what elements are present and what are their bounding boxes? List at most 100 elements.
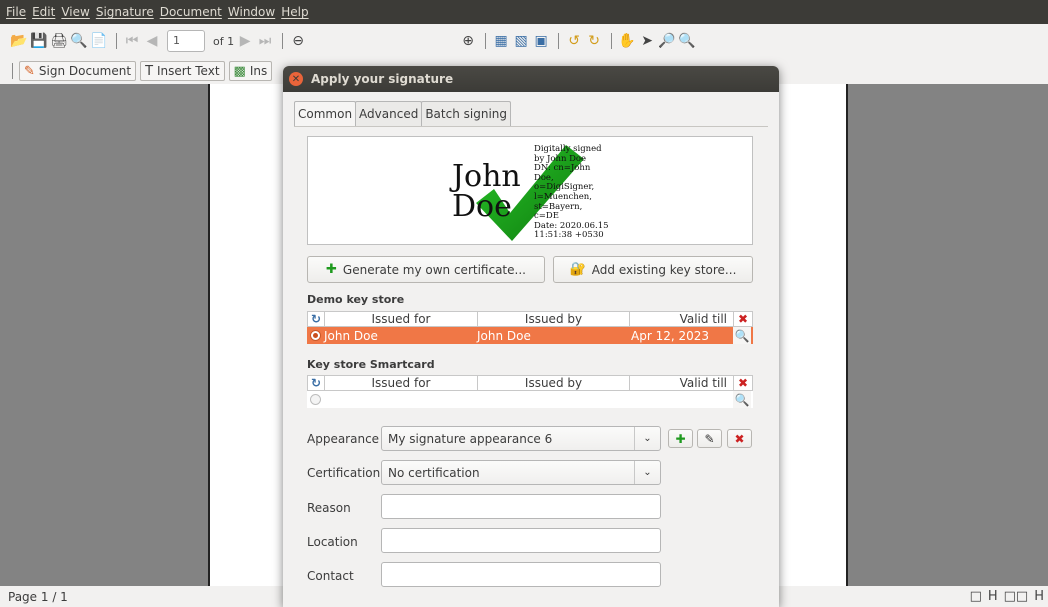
radio-selected[interactable] — [307, 327, 324, 344]
page-number-input[interactable]: 1 — [167, 30, 205, 52]
rotate-right-icon[interactable]: ↻ — [585, 32, 603, 50]
last-page-icon[interactable]: ⏭ — [256, 32, 274, 50]
toolbar-separator — [611, 33, 613, 49]
menu-signature[interactable]: Signature — [96, 5, 154, 19]
table-row[interactable]: 🔍 — [307, 391, 753, 408]
menu-help[interactable]: Help — [281, 5, 308, 19]
dialog-title: Apply your signature — [311, 72, 454, 86]
view-mode-icons: □ H □□ H — [970, 589, 1044, 604]
menu-file[interactable]: File — [6, 5, 26, 19]
location-label: Location — [307, 535, 358, 549]
image-icon: ▩ — [233, 63, 246, 79]
empty-row-cell — [324, 391, 733, 408]
appearance-value: My signature appearance 6 — [388, 431, 553, 446]
tab-common[interactable]: Common — [294, 101, 357, 126]
toolbar-separator — [558, 33, 560, 49]
actual-size-icon[interactable]: ▣ — [532, 32, 550, 50]
select-tool-icon[interactable]: ➤ — [638, 32, 656, 50]
save-icon[interactable]: 💾 — [30, 32, 48, 50]
appearance-select[interactable]: My signature appearance 6 ⌄ — [381, 426, 661, 451]
contact-label: Contact — [307, 569, 354, 583]
menu-document[interactable]: Document — [160, 5, 222, 19]
demo-keystore-label: Demo key store — [307, 293, 405, 306]
view-certificate-icon[interactable]: 🔍 — [733, 327, 751, 344]
toolbar-separator — [12, 63, 13, 79]
table-row[interactable]: John Doe John Doe Apr 12, 2023 🔍 — [307, 327, 753, 344]
fit-page-icon[interactable]: ▦ — [492, 32, 510, 50]
insert-text-label: Insert Text — [157, 64, 220, 78]
menu-edit[interactable]: Edit — [32, 5, 55, 19]
demo-keystore-table: ↻ Issued for Issued by Valid till ✖ John… — [307, 311, 753, 344]
edit-appearance-button[interactable]: ✎ — [697, 429, 722, 448]
refresh-icon[interactable]: ↻ — [308, 376, 325, 390]
zoom-out-tool-icon[interactable]: 🔍 — [678, 32, 696, 50]
single-page-view-icon[interactable]: □ — [970, 589, 982, 604]
cell-issued-by: John Doe — [477, 328, 531, 343]
menu-view[interactable]: View — [61, 5, 89, 19]
cell-issued-for: John Doe — [324, 328, 378, 343]
hand-tool-icon[interactable]: ✋ — [618, 32, 636, 50]
reason-input[interactable] — [381, 494, 661, 519]
apply-signature-dialog: ✕ Apply your signature Common Advanced B… — [283, 66, 779, 607]
reason-label: Reason — [307, 501, 351, 515]
smartcard-keystore-table: ↻ Issued for Issued by Valid till ✖ 🔍 — [307, 375, 753, 408]
next-page-icon[interactable]: ▶ — [236, 32, 254, 50]
add-appearance-button[interactable]: ✚ — [668, 429, 693, 448]
continuous-facing-view-icon[interactable]: H — [1034, 589, 1044, 604]
cell-valid-till: Apr 12, 2023 — [631, 328, 710, 343]
location-input[interactable] — [381, 528, 661, 553]
facing-view-icon[interactable]: □□ — [1004, 589, 1029, 604]
first-page-icon[interactable]: ⏮ — [123, 32, 141, 50]
add-keystore-button[interactable]: 🔐 Add existing key store... — [553, 256, 753, 283]
chevron-down-icon: ⌄ — [634, 461, 660, 484]
continuous-view-icon[interactable]: H — [988, 589, 998, 604]
table-header: ↻ Issued for Issued by Valid till ✖ — [307, 311, 753, 327]
radio-unselected[interactable] — [307, 391, 324, 408]
sign-document-button[interactable]: ✎ Sign Document — [19, 61, 137, 81]
rotate-left-icon[interactable]: ↺ — [565, 32, 583, 50]
zoom-in-tool-icon[interactable]: 🔎 — [658, 32, 676, 50]
delete-icon[interactable]: ✖ — [734, 376, 752, 390]
column-valid-till[interactable]: Valid till — [630, 312, 734, 326]
dialog-tabs: Common Advanced Batch signing — [294, 101, 512, 126]
column-valid-till[interactable]: Valid till — [630, 376, 734, 390]
insert-image-button[interactable]: ▩ Ins — [228, 61, 273, 81]
sign-document-label: Sign Document — [38, 64, 132, 78]
certification-value: No certification — [388, 465, 480, 480]
zoom-in-icon[interactable]: ⊕ — [459, 32, 477, 50]
close-icon[interactable]: ✕ — [289, 72, 303, 86]
column-issued-by[interactable]: Issued by — [478, 312, 630, 326]
toolbar-separator — [116, 33, 117, 49]
page-count-label: of 1 — [213, 34, 235, 48]
smartcard-keystore-label: Key store Smartcard — [307, 358, 435, 371]
menu-window[interactable]: Window — [228, 5, 275, 19]
properties-icon[interactable]: 📄 — [90, 32, 108, 50]
print-icon[interactable]: 🖨 — [50, 32, 68, 50]
column-issued-for[interactable]: Issued for — [325, 312, 478, 326]
print-preview-icon[interactable]: 🔍 — [70, 32, 88, 50]
tab-batch-signing[interactable]: Batch signing — [421, 101, 512, 126]
zoom-out-icon[interactable]: ⊖ — [289, 32, 307, 50]
insert-text-button[interactable]: T Insert Text — [140, 61, 225, 81]
column-issued-by[interactable]: Issued by — [478, 376, 630, 390]
tab-advanced[interactable]: Advanced — [355, 101, 423, 126]
signature-name-line2: Doe — [452, 189, 512, 224]
chevron-down-icon: ⌄ — [634, 427, 660, 450]
toolbar-separator — [485, 33, 487, 49]
delete-icon[interactable]: ✖ — [734, 312, 752, 326]
add-keystore-label: Add existing key store... — [591, 262, 737, 277]
view-certificate-icon[interactable]: 🔍 — [733, 391, 751, 408]
certification-select[interactable]: No certification ⌄ — [381, 460, 661, 485]
page-status: Page 1 / 1 — [8, 589, 68, 604]
previous-page-icon[interactable]: ◀ — [143, 32, 161, 50]
column-issued-for[interactable]: Issued for — [325, 376, 478, 390]
generate-certificate-button[interactable]: ✚ Generate my own certificate... — [307, 256, 545, 283]
keystore-icon: 🔐 — [569, 262, 586, 277]
fit-width-icon[interactable]: ▧ — [512, 32, 530, 50]
contact-input[interactable] — [381, 562, 661, 587]
delete-appearance-button[interactable]: ✖ — [727, 429, 752, 448]
signature-name-line1: John — [452, 159, 521, 194]
open-icon[interactable]: 📂 — [10, 32, 28, 50]
refresh-icon[interactable]: ↻ — [308, 312, 325, 326]
pen-icon: ✎ — [24, 63, 35, 79]
